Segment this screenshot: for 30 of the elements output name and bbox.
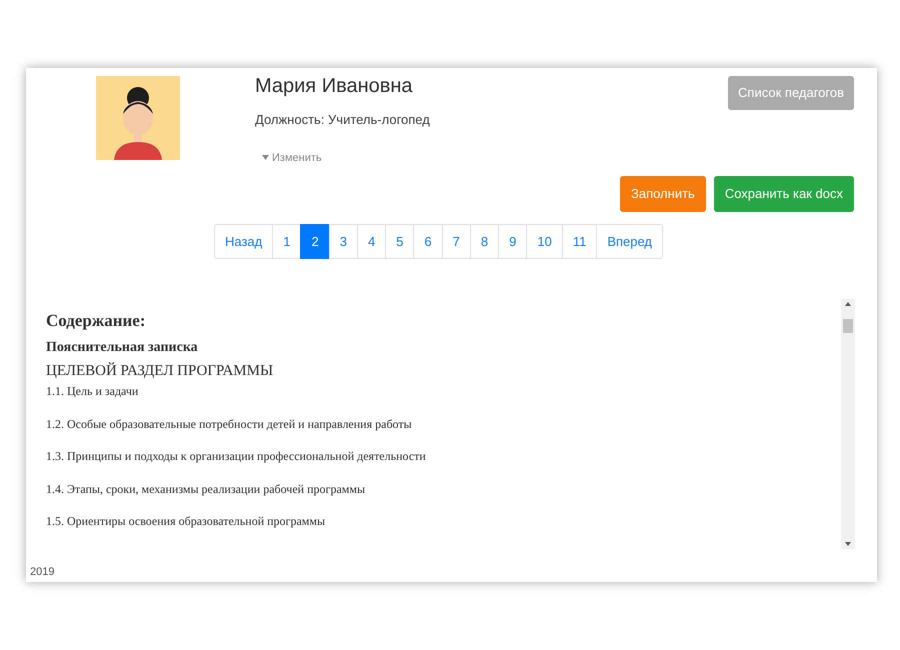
teacher-name: Мария Ивановна bbox=[255, 74, 414, 98]
page-link[interactable]: Назад bbox=[214, 224, 274, 260]
page-link[interactable]: 10 bbox=[526, 224, 563, 260]
contents-item: 1.4. Этапы, сроки, механизмы реализации рабочей программы bbox=[46, 482, 366, 496]
page-link[interactable]: 5 bbox=[385, 224, 414, 260]
page-link[interactable]: 7 bbox=[442, 224, 471, 260]
page-link[interactable]: 6 bbox=[413, 224, 443, 260]
section-heading: ЦЕЛЕВОЙ РАЗДЕЛ ПРОГРАММЫ bbox=[46, 362, 274, 380]
contents-item: 1.5. Ориентиры освоения образовательной программы bbox=[46, 514, 326, 528]
page-link[interactable]: Вперед bbox=[596, 224, 664, 260]
page-link[interactable]: 2 bbox=[300, 224, 330, 260]
document-heading: Пояснительная записка bbox=[46, 340, 199, 356]
contents-title: Содержание: bbox=[46, 311, 147, 332]
page-link[interactable]: 4 bbox=[356, 224, 386, 260]
fill-button[interactable]: Заполнить bbox=[620, 176, 706, 212]
scrollbar[interactable] bbox=[841, 299, 855, 550]
position-text: Должность: Учитель-логопед bbox=[255, 111, 431, 129]
footer-year: 2019 bbox=[30, 564, 54, 580]
page-link[interactable]: 1 bbox=[272, 224, 302, 260]
teachers-list-button[interactable]: Список педагогов bbox=[728, 76, 854, 110]
contents-item: 1.2. Особые образовательные потребности детей и направления работы bbox=[46, 416, 413, 432]
page-link[interactable]: 9 bbox=[498, 224, 528, 260]
contents-item: 1.1. Цель и задачи bbox=[46, 384, 140, 399]
caret-icon bbox=[262, 155, 269, 160]
page-link[interactable]: 11 bbox=[562, 224, 598, 260]
page-link[interactable]: 8 bbox=[470, 224, 500, 260]
page-link[interactable]: 3 bbox=[328, 224, 358, 260]
edit-link[interactable]: Изменить bbox=[262, 150, 322, 166]
save-docx-button[interactable]: Сохранить как docx bbox=[714, 176, 854, 212]
contents-item: 1.3. Принципы и подходы к организации профессиональной деятельности bbox=[46, 449, 427, 464]
